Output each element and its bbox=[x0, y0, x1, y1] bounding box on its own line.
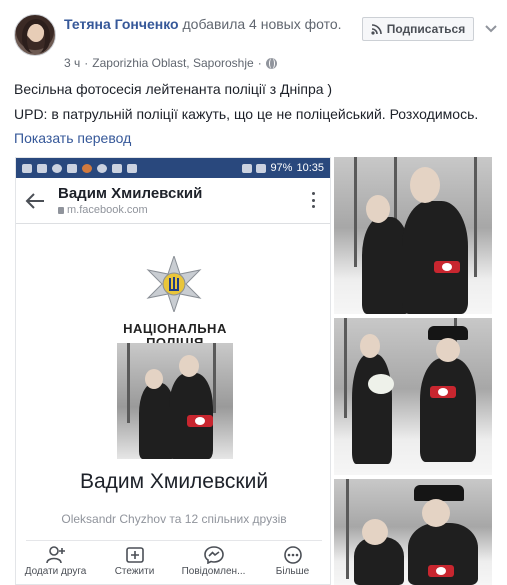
post-meta: 3 ч · Zaporizhia Oblast, Saporoshje · bbox=[64, 56, 277, 70]
photo-head bbox=[360, 334, 380, 358]
status-clock: 10:35 bbox=[296, 162, 324, 174]
profile-full-name: Вадим Хмилевский bbox=[79, 470, 269, 493]
follow-label: Стежити bbox=[114, 566, 155, 577]
photo-tree bbox=[213, 343, 216, 413]
notification-icon bbox=[22, 163, 32, 173]
photo-head bbox=[145, 369, 163, 389]
chevron-down-icon[interactable] bbox=[484, 21, 498, 35]
message-button[interactable]: Повідомлен... bbox=[176, 546, 252, 584]
more-icon bbox=[283, 546, 302, 564]
more-button[interactable]: Більше bbox=[255, 546, 331, 584]
photo-tree bbox=[346, 479, 349, 579]
author-avatar[interactable] bbox=[14, 14, 56, 56]
photo-tree bbox=[344, 318, 347, 418]
photo-head bbox=[366, 195, 390, 223]
photo-figure-man bbox=[402, 201, 468, 314]
meta-separator-2: · bbox=[257, 56, 262, 70]
meta-separator: · bbox=[84, 56, 89, 70]
divider bbox=[26, 540, 322, 541]
subscribe-button[interactable]: Подписаться bbox=[362, 17, 474, 41]
notification-icon bbox=[67, 163, 77, 173]
photo-armband bbox=[434, 261, 460, 273]
post-header: Тетяна Гонченко добавила 4 новых фото. bbox=[64, 15, 354, 34]
photo-tree bbox=[127, 343, 130, 423]
police-logo-text: НАЦІОНАЛЬНА ПОЛІЦІЯ bbox=[120, 321, 230, 345]
status-icons bbox=[22, 163, 238, 173]
signal-icon bbox=[256, 163, 267, 173]
police-logo-line1: НАЦІОНАЛЬНА bbox=[123, 321, 227, 336]
notification-icon bbox=[82, 163, 92, 173]
photo-thumbnail-3[interactable] bbox=[334, 479, 492, 585]
photo-thumbnail-1[interactable] bbox=[334, 157, 492, 314]
post-time[interactable]: 3 ч bbox=[64, 56, 80, 70]
profile-topbar: Вадим Хмилевский m.facebook.com bbox=[16, 178, 330, 224]
photo-armband bbox=[430, 386, 456, 398]
battery-level: 97% bbox=[270, 162, 293, 174]
facebook-post: Тетяна Гонченко добавила 4 новых фото. 3… bbox=[0, 0, 507, 585]
back-arrow-icon[interactable] bbox=[24, 191, 46, 211]
rss-icon bbox=[371, 23, 382, 35]
profile-actions: Додати друга Стежити Повідомлен... Більш… bbox=[16, 546, 331, 584]
photo-figure-woman bbox=[352, 354, 392, 464]
add-friend-button[interactable]: Додати друга bbox=[18, 546, 94, 584]
more-label: Більше bbox=[275, 566, 310, 577]
post-text-line1: Весільна фотосесія лейтенанта поліції з … bbox=[14, 81, 333, 97]
add-friend-icon bbox=[45, 546, 65, 564]
profile-url: m.facebook.com bbox=[58, 204, 202, 216]
notification-icon bbox=[112, 163, 122, 173]
messenger-icon bbox=[203, 546, 224, 564]
post-location[interactable]: Zaporizhia Oblast, Saporoshje bbox=[92, 56, 253, 70]
bluetooth-icon bbox=[242, 163, 253, 173]
post-action-text: добавила 4 новых фото. bbox=[182, 16, 342, 32]
notification-icon bbox=[97, 163, 107, 173]
notification-icon bbox=[37, 163, 47, 173]
profile-topbar-title: Вадим Хмилевский bbox=[58, 185, 203, 202]
photo-head bbox=[436, 338, 460, 362]
see-translation-link[interactable]: Показать перевод bbox=[14, 130, 131, 146]
url-text: m.facebook.com bbox=[67, 204, 148, 216]
message-label: Повідомлен... bbox=[181, 566, 246, 577]
photo-phone-screenshot[interactable]: 97% 10:35 Вадим Хмилевский m.facebook.co… bbox=[15, 157, 331, 585]
photo-head bbox=[410, 167, 440, 203]
subscribe-label: Подписаться bbox=[386, 22, 466, 36]
photo-tree bbox=[354, 157, 357, 267]
follow-button[interactable]: Стежити bbox=[97, 546, 173, 584]
police-star-icon bbox=[146, 256, 202, 312]
photo-tree bbox=[474, 157, 477, 277]
more-options-icon[interactable] bbox=[312, 192, 316, 208]
status-right: 97% 10:35 bbox=[242, 162, 324, 174]
lock-icon bbox=[58, 206, 64, 214]
photo-armband bbox=[187, 415, 213, 427]
topbar-titles: Вадим Хмилевский m.facebook.com bbox=[58, 185, 202, 216]
notification-icon bbox=[52, 163, 62, 173]
photo-head bbox=[362, 519, 388, 545]
photo-bouquet bbox=[368, 374, 394, 394]
photo-head bbox=[179, 355, 199, 377]
globe-icon[interactable] bbox=[265, 57, 277, 69]
author-name[interactable]: Тетяна Гонченко bbox=[64, 16, 179, 32]
post-text-line2: UPD: в патрульній поліції кажуть, що це … bbox=[14, 106, 479, 122]
photo-head bbox=[422, 499, 450, 527]
avatar-face bbox=[28, 24, 44, 42]
photo-armband bbox=[428, 565, 454, 577]
photo-figure-man bbox=[420, 358, 476, 462]
add-friend-label: Додати друга bbox=[24, 566, 87, 577]
status-bar: 97% 10:35 bbox=[16, 158, 330, 178]
follow-icon bbox=[125, 547, 144, 563]
photo-thumbnail-2[interactable] bbox=[334, 318, 492, 475]
notification-icon bbox=[127, 163, 137, 173]
profile-photo[interactable] bbox=[117, 343, 233, 459]
mutual-friends-text[interactable]: Oleksandr Chyzhov та 12 спільних друзів bbox=[16, 512, 330, 526]
